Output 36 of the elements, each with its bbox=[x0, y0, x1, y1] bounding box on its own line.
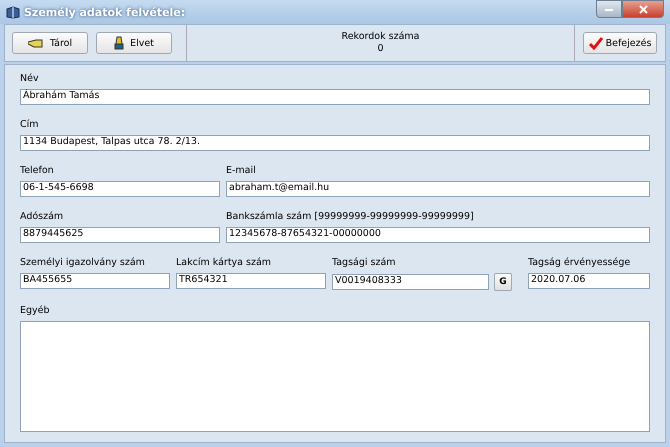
checkmark-icon bbox=[588, 36, 603, 50]
input-field[interactable]: 06-1-545-6698 bbox=[20, 181, 220, 197]
input-field[interactable]: 2020.07.06 bbox=[528, 273, 650, 289]
input-field[interactable]: abraham.t@email.hu bbox=[226, 181, 650, 197]
window-title: Személy adatok felvétele: bbox=[24, 6, 186, 18]
input-field[interactable]: V0019408333 bbox=[332, 274, 489, 290]
field-label: E-mail bbox=[226, 165, 257, 177]
input-field[interactable]: 1134 Budapest, Talpas utca 78. 2/13. bbox=[20, 135, 650, 151]
minimize-icon bbox=[605, 8, 613, 10]
close-icon bbox=[638, 4, 648, 14]
field-label: Adószám bbox=[20, 211, 64, 223]
book-icon bbox=[6, 6, 20, 18]
field-label: Tagság érvényessége bbox=[528, 257, 632, 269]
record-count-value: 0 bbox=[377, 43, 384, 55]
input-field[interactable]: Ábrahám Tamás bbox=[20, 89, 650, 105]
minimize-button[interactable] bbox=[596, 0, 622, 18]
field-label: Cím bbox=[20, 119, 40, 131]
field-label: Tagsági szám bbox=[332, 257, 397, 269]
record-count-label: Rekordok száma bbox=[342, 31, 420, 43]
input-field[interactable]: TR654321 bbox=[176, 273, 326, 289]
field-label: Személyi igazolvány szám bbox=[20, 257, 146, 269]
field-label: Név bbox=[20, 73, 40, 85]
finish-button[interactable]: Befejezés bbox=[583, 32, 657, 54]
close-button[interactable] bbox=[622, 0, 664, 18]
input-field[interactable]: 8879445625 bbox=[20, 227, 220, 243]
field-label: Telefon bbox=[20, 165, 55, 177]
field-label: Lakcím kártya szám bbox=[176, 257, 272, 269]
store-button[interactable]: Tárol bbox=[12, 32, 88, 54]
notes-field[interactable] bbox=[20, 321, 650, 432]
field-label: Bankszámla szám [99999999-99999999-99999999] bbox=[226, 211, 475, 223]
field-label: Egyéb bbox=[20, 305, 51, 317]
bin-icon bbox=[114, 36, 124, 50]
input-field[interactable]: BA455655 bbox=[20, 273, 170, 289]
discard-button[interactable]: Elvet bbox=[96, 32, 172, 54]
input-field[interactable]: 12345678-87654321-00000000 bbox=[226, 227, 650, 243]
generate-button[interactable]: G bbox=[494, 273, 512, 291]
